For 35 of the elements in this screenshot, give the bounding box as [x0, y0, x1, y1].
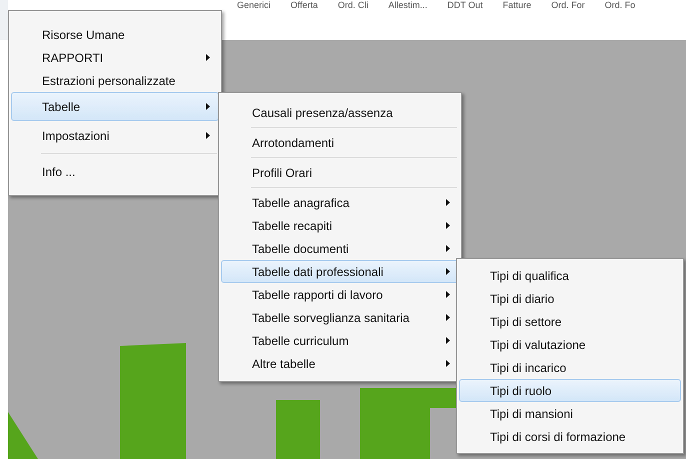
menu-item[interactable]: Impostazioni	[11, 121, 219, 150]
logo-shape	[276, 400, 320, 459]
menu-item[interactable]: Profili Orari	[221, 161, 459, 184]
menu-item[interactable]: Tipi di valutazione	[459, 333, 681, 356]
menu-item[interactable]: Tabelle documenti	[221, 237, 459, 260]
toolbar-tab[interactable]: Ord. Cli	[338, 0, 368, 11]
toolbar-tab[interactable]: Allestim...	[388, 0, 428, 11]
menu-item[interactable]: Altre tabelle	[221, 352, 459, 375]
menu-item[interactable]: Causali presenza/assenza	[221, 101, 459, 124]
menu-item[interactable]: RAPPORTI	[11, 46, 219, 69]
menu-item[interactable]: Tabelle anagrafica	[221, 191, 459, 214]
toolbar-tab[interactable]: Ord. Fo	[604, 0, 636, 11]
menu-item[interactable]: Risorse Umane	[11, 23, 219, 46]
menu-item[interactable]: Estrazioni personalizzate	[11, 69, 219, 92]
toolbar-tab[interactable]: Fatture	[502, 0, 532, 11]
menu-item[interactable]: Tipi di diario	[459, 287, 681, 310]
menu-item[interactable]: Tipi di qualifica	[459, 264, 681, 287]
menu-item[interactable]: Tipi di incarico	[459, 356, 681, 379]
menu-item[interactable]: Tabelle rapporti di lavoro	[221, 283, 459, 306]
menu-item[interactable]: Info ...	[11, 157, 219, 186]
menu-item[interactable]: Tabelle	[11, 92, 219, 121]
toolbar-tab[interactable]: Generici	[237, 0, 271, 11]
logo-shape	[8, 412, 38, 459]
toolbar-tab[interactable]: DDT Out	[447, 0, 483, 11]
menu-item[interactable]: Arrotondamenti	[221, 131, 459, 154]
menu-item[interactable]: Tabelle recapiti	[221, 214, 459, 237]
toolbar-tab[interactable]: Ord. For	[551, 0, 585, 11]
menu-item[interactable]: Tipi di ruolo	[459, 379, 681, 402]
menu-item[interactable]: Tabelle curriculum	[221, 329, 459, 352]
menu-item[interactable]: Tipi di corsi di formazione	[459, 425, 681, 448]
menu-item[interactable]: Tipi di mansioni	[459, 402, 681, 425]
menu-item[interactable]: Tabelle dati professionali	[221, 260, 459, 283]
menu-item[interactable]: Tipi di settore	[459, 310, 681, 333]
menu-item[interactable]: Tabelle sorveglianza sanitaria	[221, 306, 459, 329]
toolbar-tab[interactable]: Offerta	[290, 0, 318, 11]
